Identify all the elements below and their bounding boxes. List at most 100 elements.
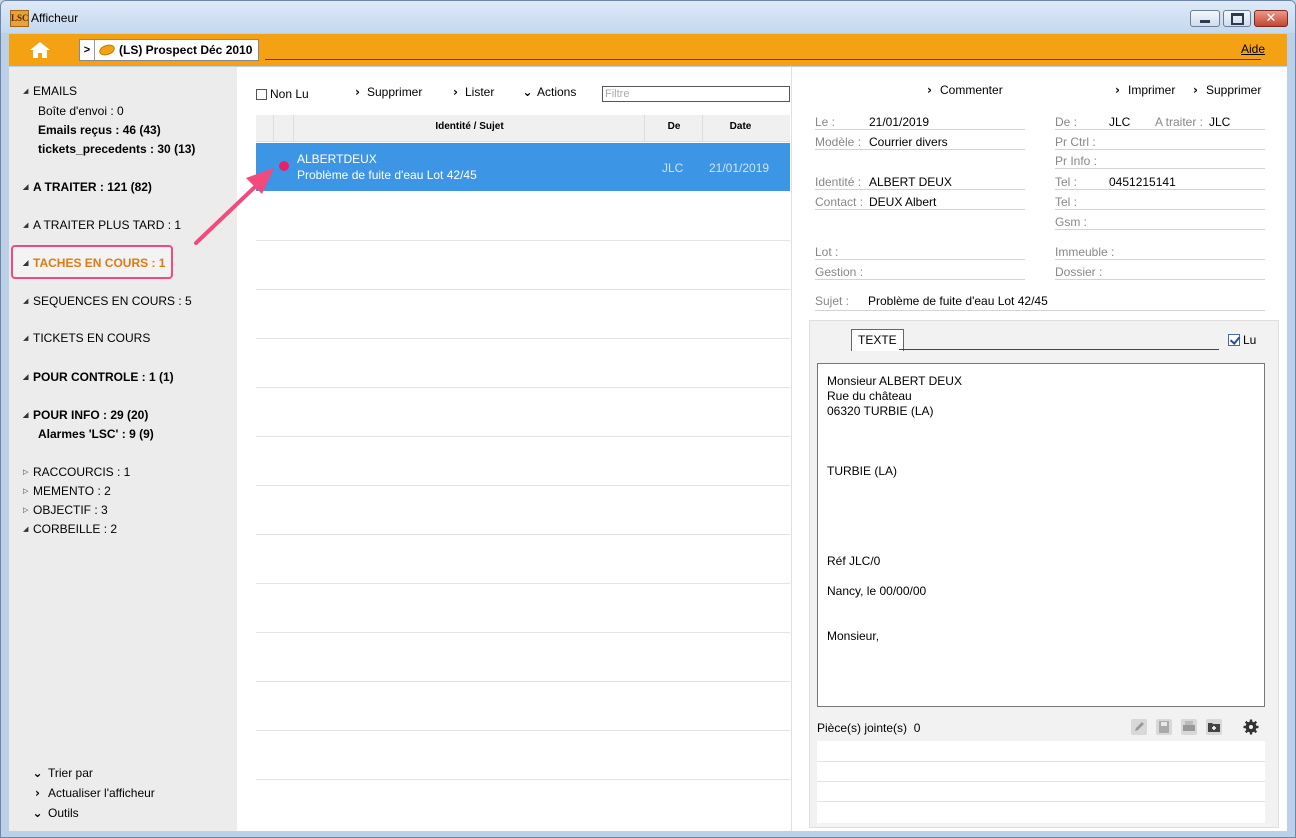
sidebar-item-taches-en-cours[interactable]: ◢ TACHES EN COURS : 1: [23, 256, 165, 270]
maximize-button[interactable]: [1223, 10, 1251, 27]
sidebar-item-a-traiter[interactable]: ◢ A TRAITER : 121 (82): [23, 180, 152, 194]
read-checkbox[interactable]: Lu: [1228, 333, 1256, 347]
identity-column-header[interactable]: Identité / Sujet: [293, 115, 645, 141]
field-underline: [1055, 189, 1265, 190]
list-button[interactable]: › Lister: [451, 85, 494, 99]
sort-by-button[interactable]: ⌄ Trier par: [32, 766, 92, 780]
top-navigation-bar: > (LS) Prospect Déc 2010 Aide: [9, 34, 1287, 66]
sidebar-item-tickets-en-cours[interactable]: ◢ TICKETS EN COURS: [23, 331, 150, 345]
collapsed-triangle-icon: ▷: [23, 507, 29, 514]
sidebar-item-outbox[interactable]: Boîte d'envoi : 0: [38, 104, 124, 118]
pr-ctrl-label: Pr Ctrl :: [1055, 135, 1096, 149]
table-row[interactable]: ALBERTDEUX Problème de fuite d'eau Lot 4…: [256, 143, 790, 191]
field-underline: [815, 129, 1025, 130]
model-value[interactable]: Courrier divers: [869, 135, 948, 149]
sidebar-item-emails[interactable]: ◢ EMAILS: [23, 84, 77, 98]
list-toolbar: Non Lu › Supprimer › Lister ⌄ Actions Filtr…: [237, 77, 793, 107]
expanded-triangle-icon: ◢: [23, 88, 29, 95]
panel-divider: [791, 67, 792, 831]
tools-button[interactable]: ⌄ Outils: [32, 806, 78, 820]
breadcrumb-item[interactable]: (LS) Prospect Déc 2010: [95, 42, 258, 58]
tab-texte[interactable]: TEXTE: [851, 329, 904, 351]
chevron-right-icon: ›: [453, 85, 458, 99]
prospect-icon: [97, 42, 117, 58]
management-label: Gestion :: [815, 265, 864, 279]
sidebar-item-memento[interactable]: ▷ MEMENTO : 2: [23, 484, 111, 498]
delete-detail-button[interactable]: › Supprimer: [1191, 83, 1261, 97]
field-underline: [1055, 259, 1265, 260]
breadcrumb-underline: [265, 59, 1261, 60]
subject-value[interactable]: Problème de fuite d'eau Lot 42/45: [868, 294, 1048, 308]
breadcrumb-label: (LS) Prospect Déc 2010: [119, 43, 253, 57]
identity-value[interactable]: ALBERT DEUX: [869, 175, 952, 189]
letter-line: Monsieur ALBERT DEUX: [827, 374, 962, 388]
sidebar-item-objectif[interactable]: ▷ OBJECTIF : 3: [23, 503, 108, 517]
from-column-header[interactable]: De: [644, 115, 703, 141]
sidebar-item-corbeille[interactable]: ◢ CORBEILLE : 2: [23, 522, 117, 536]
delete-button[interactable]: › Supprimer: [353, 85, 422, 99]
building-label: Immeuble :: [1055, 245, 1115, 259]
empty-row-divider: [256, 730, 790, 731]
sidebar-item-received[interactable]: Emails reçus : 46 (43): [38, 123, 161, 137]
expanded-triangle-icon: ◢: [23, 184, 29, 191]
collapsed-triangle-icon: ▷: [23, 469, 29, 476]
sidebar-item-previous-tickets[interactable]: tickets_precedents : 30 (13): [38, 142, 195, 156]
expanded-triangle-icon: ◢: [23, 260, 29, 267]
refresh-viewer-button[interactable]: › Actualiser l'afficheur: [33, 786, 155, 800]
list-header: Identité / Sujet De Date: [256, 115, 790, 142]
date-value[interactable]: 21/01/2019: [869, 115, 929, 129]
sidebar-item-raccourcis[interactable]: ▷ RACCOURCIS : 1: [23, 465, 130, 479]
actions-button[interactable]: ⌄ Actions: [522, 85, 576, 99]
row-from: JLC: [662, 161, 684, 175]
field-underline: [815, 259, 1025, 260]
print-button[interactable]: › Imprimer: [1113, 83, 1175, 97]
chevron-down-icon: ⌄: [522, 85, 533, 99]
print-attachment-button[interactable]: [1180, 718, 1198, 736]
empty-row-divider: [256, 289, 790, 290]
title-bar[interactable]: LSC Afficheur ✕: [1, 1, 1295, 33]
contact-value[interactable]: DEUX Albert: [869, 195, 936, 209]
comment-button[interactable]: › Commenter: [925, 83, 1003, 97]
field-underline: [815, 279, 1025, 280]
from-value[interactable]: JLC: [1109, 115, 1130, 129]
home-button[interactable]: [25, 39, 55, 61]
close-icon: ✕: [1265, 11, 1277, 26]
folder-add-icon: [1206, 719, 1222, 735]
chevron-right-icon: ›: [355, 85, 360, 99]
unread-filter-checkbox[interactable]: Non Lu: [256, 87, 309, 101]
field-underline: [1055, 279, 1265, 280]
to-process-value[interactable]: JLC: [1209, 115, 1230, 129]
sidebar-item-sequences-en-cours[interactable]: ◢ SEQUENCES EN COURS : 5: [23, 294, 192, 308]
chevron-right-icon: ›: [1115, 83, 1120, 97]
sidebar-item-a-traiter-plus-tard[interactable]: ◢ A TRAITER PLUS TARD : 1: [23, 218, 181, 232]
breadcrumb-chevron[interactable]: >: [80, 40, 95, 60]
letter-line: TURBIE (LA): [827, 464, 898, 478]
sidebar-item-alarmes[interactable]: Alarmes 'LSC' : 9 (9): [38, 427, 154, 441]
field-underline: [1055, 209, 1265, 210]
save-attachment-button[interactable]: [1155, 718, 1173, 736]
add-attachment-button[interactable]: [1205, 718, 1223, 736]
window-title: Afficheur: [31, 11, 79, 25]
letter-line: Réf JLC/0: [827, 554, 881, 568]
close-button[interactable]: ✕: [1254, 10, 1288, 27]
date-column-header[interactable]: Date: [702, 115, 778, 141]
maximize-icon: [1230, 12, 1244, 25]
attachment-settings-button[interactable]: [1242, 718, 1260, 736]
minimize-icon: [1200, 20, 1210, 23]
minimize-button[interactable]: [1190, 10, 1220, 27]
letter-body[interactable]: Monsieur ALBERT DEUX Rue du château 0632…: [817, 363, 1265, 707]
expanded-triangle-icon: ◢: [23, 298, 29, 305]
sidebar-item-pour-controle[interactable]: ◢ POUR CONTROLE : 1 (1): [23, 370, 174, 384]
help-link[interactable]: Aide: [1241, 42, 1265, 56]
tab-underline: [899, 349, 1219, 350]
app-logo: LSC: [10, 10, 29, 27]
empty-row-divider: [256, 338, 790, 339]
edit-attachment-button[interactable]: [1130, 718, 1148, 736]
field-underline: [815, 209, 1025, 210]
breadcrumb[interactable]: > (LS) Prospect Déc 2010: [79, 39, 260, 61]
sidebar-item-pour-info[interactable]: ◢ POUR INFO : 29 (20): [23, 408, 148, 422]
filter-input[interactable]: Filtre: [602, 86, 790, 102]
identity-label: Identité :: [815, 175, 862, 189]
phone-value[interactable]: 0451215141: [1109, 175, 1176, 189]
status-column-header[interactable]: [273, 115, 294, 141]
